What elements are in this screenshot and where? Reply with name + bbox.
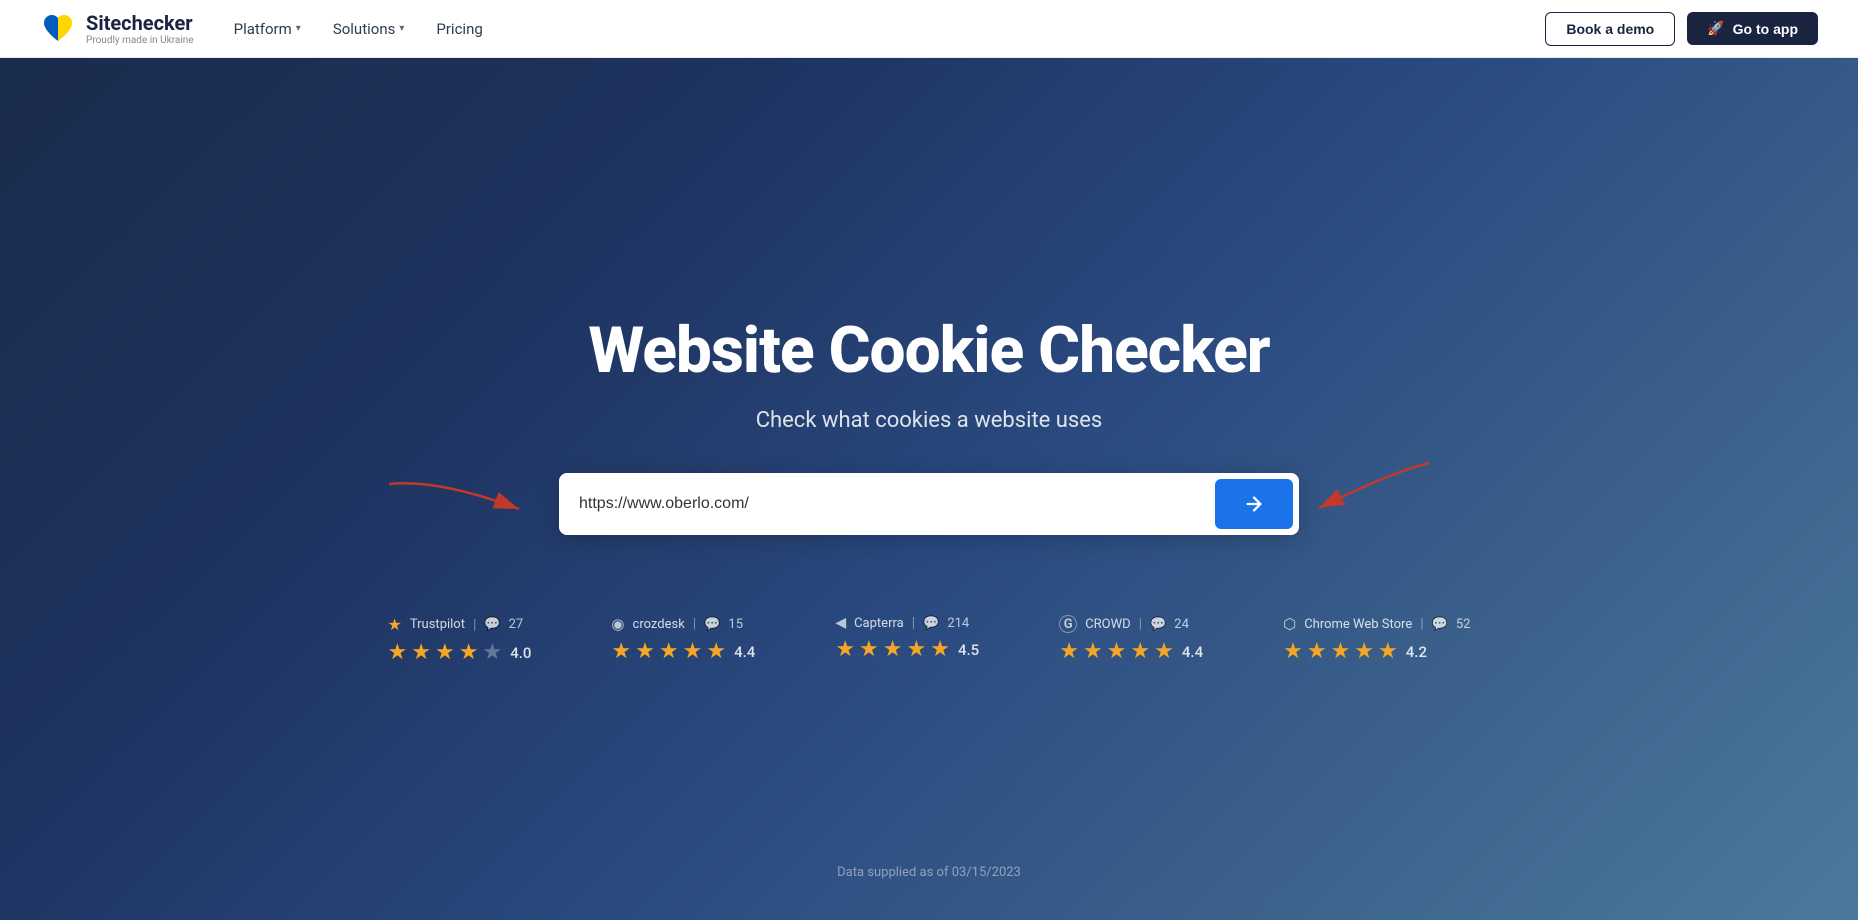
- navbar-right: Book a demo 🚀 Go to app: [1545, 12, 1818, 46]
- arrow-left-indicator: [379, 474, 539, 534]
- hero-subtitle: Check what cookies a website uses: [756, 408, 1103, 433]
- nav-links: Platform ▾ Solutions ▾ Pricing: [234, 20, 483, 38]
- nav-platform[interactable]: Platform ▾: [234, 20, 301, 38]
- data-note: Data supplied as of 03/15/2023: [837, 865, 1021, 880]
- logo-sub: Proudly made in Ukraine: [86, 35, 194, 46]
- book-demo-button[interactable]: Book a demo: [1545, 12, 1675, 46]
- chevron-down-icon: ▾: [296, 23, 301, 34]
- logo-text: Sitechecker Proudly made in Ukraine: [86, 11, 194, 46]
- comment-icon: 💬: [923, 616, 939, 631]
- g2crowd-icon: G: [1059, 615, 1077, 633]
- hero-title: Website Cookie Checker: [588, 313, 1269, 388]
- comment-icon: 💬: [484, 617, 500, 632]
- navbar: Sitechecker Proudly made in Ukraine Plat…: [0, 0, 1858, 58]
- search-container: [559, 473, 1299, 535]
- comment-icon: 💬: [704, 617, 720, 632]
- logo-icon: [40, 11, 76, 47]
- chevron-down-icon: ▾: [399, 23, 404, 34]
- rating-g2crowd: G CROWD | 💬 24 ★ ★ ★ ★ ★ 4.4: [1059, 615, 1203, 664]
- nav-pricing[interactable]: Pricing: [436, 20, 482, 38]
- navbar-left: Sitechecker Proudly made in Ukraine Plat…: [40, 11, 483, 47]
- search-box: [559, 473, 1299, 535]
- rating-capterra: ◀ Capterra | 💬 214 ★ ★ ★ ★ ★ 4.5: [835, 615, 979, 662]
- ratings-row: ★ Trustpilot | 💬 27 ★ ★ ★ ★ ★ 4.0 ◉ croz…: [388, 615, 1471, 665]
- rating-crozdesk: ◉ crozdesk | 💬 15 ★ ★ ★ ★ ★ 4.4: [611, 615, 755, 664]
- nav-solutions[interactable]: Solutions ▾: [333, 20, 405, 38]
- rating-chrome-webstore: ⬡ Chrome Web Store | 💬 52 ★ ★ ★ ★ ★ 4.2: [1283, 615, 1470, 664]
- trustpilot-icon: ★: [388, 615, 402, 634]
- chrome-icon: ⬡: [1283, 615, 1296, 633]
- rating-trustpilot: ★ Trustpilot | 💬 27 ★ ★ ★ ★ ★ 4.0: [388, 615, 532, 665]
- search-submit-button[interactable]: [1215, 479, 1293, 529]
- comment-icon: 💬: [1150, 617, 1166, 632]
- go-to-app-button[interactable]: 🚀 Go to app: [1687, 12, 1818, 45]
- logo-name: Sitechecker: [86, 11, 194, 35]
- capterra-icon: ◀: [835, 615, 846, 631]
- arrow-right-indicator: [1289, 453, 1439, 533]
- comment-icon: 💬: [1432, 617, 1448, 632]
- arrow-right-icon: [1243, 493, 1265, 515]
- url-search-input[interactable]: [559, 477, 1209, 531]
- crozdesk-icon: ◉: [611, 615, 624, 633]
- rocket-icon: 🚀: [1707, 20, 1724, 37]
- logo-area[interactable]: Sitechecker Proudly made in Ukraine: [40, 11, 194, 47]
- hero-section: Website Cookie Checker Check what cookie…: [0, 0, 1858, 920]
